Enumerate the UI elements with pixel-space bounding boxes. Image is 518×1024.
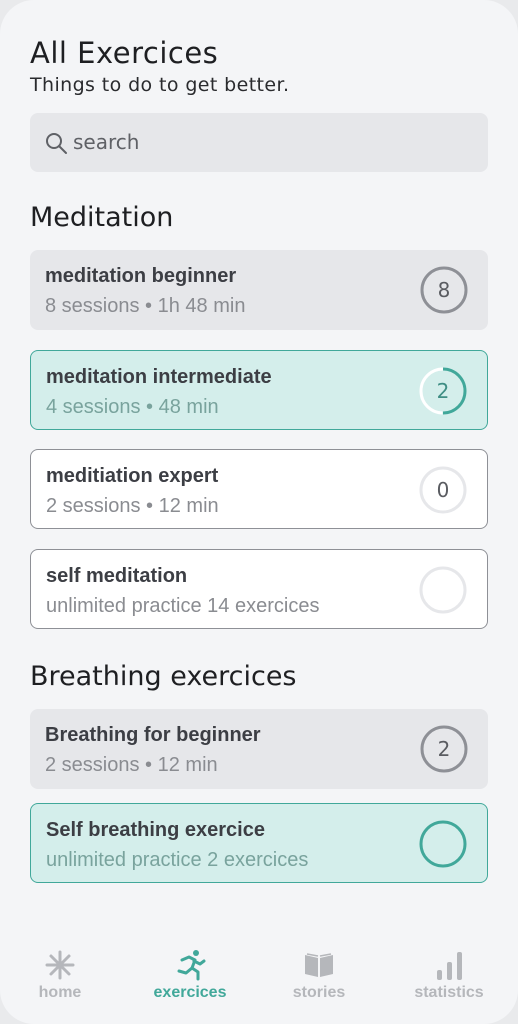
running-icon — [177, 950, 206, 981]
bar-chart-icon — [437, 952, 462, 980]
exercise-meta: unlimited practice 2 exercices — [46, 849, 309, 871]
exercise-meta: unlimited practice 14 exercices — [46, 595, 320, 617]
exercise-name: meditation beginner — [45, 265, 237, 287]
progress-count: 8 — [438, 278, 451, 302]
exercise-meta: 4 sessions • 48 min — [46, 396, 219, 418]
exercise-card[interactable]: meditation intermediate 4 sessions • 48 … — [30, 350, 488, 430]
exercise-name: Breathing for beginner — [45, 724, 261, 746]
page-subtitle: Things to do to get better. — [30, 74, 290, 96]
exercise-card[interactable]: meditation beginner 8 sessions • 1h 48 m… — [30, 250, 488, 330]
search-input[interactable]: search — [30, 113, 488, 172]
asterisk-icon — [45, 950, 75, 980]
nav-label: exercices — [153, 984, 227, 1001]
exercise-name: self meditation — [46, 565, 188, 587]
progress-ring: 2 — [420, 725, 468, 773]
exercise-name: meditiation expert — [46, 465, 219, 487]
nav-item-stories[interactable]: stories — [259, 940, 379, 1002]
nav-label: stories — [292, 984, 346, 1001]
section-title-meditation: Meditation — [30, 202, 174, 233]
progress-ring — [419, 820, 467, 868]
exercise-meta: 2 sessions • 12 min — [45, 754, 218, 776]
progress-ring: 8 — [420, 266, 468, 314]
progress-ring — [419, 566, 467, 614]
phone-screen: All Exercices Things to do to get better… — [0, 0, 518, 1024]
section-title-breathing: Breathing exercices — [30, 661, 297, 692]
nav-item-statistics[interactable]: statistics — [389, 940, 509, 1002]
exercise-card[interactable]: Self breathing exercice unlimited practi… — [30, 803, 488, 883]
exercise-card[interactable]: meditiation expert 2 sessions • 12 min 0 — [30, 449, 488, 529]
exercise-name: meditation intermediate — [46, 366, 272, 388]
exercise-card[interactable]: self meditation unlimited practice 14 ex… — [30, 549, 488, 629]
search-placeholder: search — [73, 130, 140, 154]
nav-label: home — [38, 984, 82, 1001]
progress-ring-fill — [419, 820, 467, 868]
bottom-navigation: home exercices stories statistics — [0, 940, 518, 1024]
progress-count: 0 — [437, 478, 450, 502]
nav-item-exercices[interactable]: exercices — [130, 940, 250, 1002]
progress-count: 2 — [437, 379, 450, 403]
nav-item-home[interactable]: home — [0, 940, 120, 1002]
exercise-meta: 8 sessions • 1h 48 min — [45, 295, 246, 317]
exercise-card[interactable]: Breathing for beginner 2 sessions • 12 m… — [30, 709, 488, 789]
search-icon — [46, 133, 67, 154]
exercise-meta: 2 sessions • 12 min — [46, 495, 219, 517]
exercise-name: Self breathing exercice — [46, 819, 265, 841]
page-title: All Exercices — [30, 36, 219, 70]
nav-label: statistics — [414, 984, 484, 1001]
progress-ring: 2 — [419, 367, 467, 415]
progress-ring: 0 — [419, 466, 467, 514]
progress-ring-track — [419, 566, 467, 614]
book-icon — [305, 953, 333, 977]
progress-count: 2 — [438, 737, 451, 761]
